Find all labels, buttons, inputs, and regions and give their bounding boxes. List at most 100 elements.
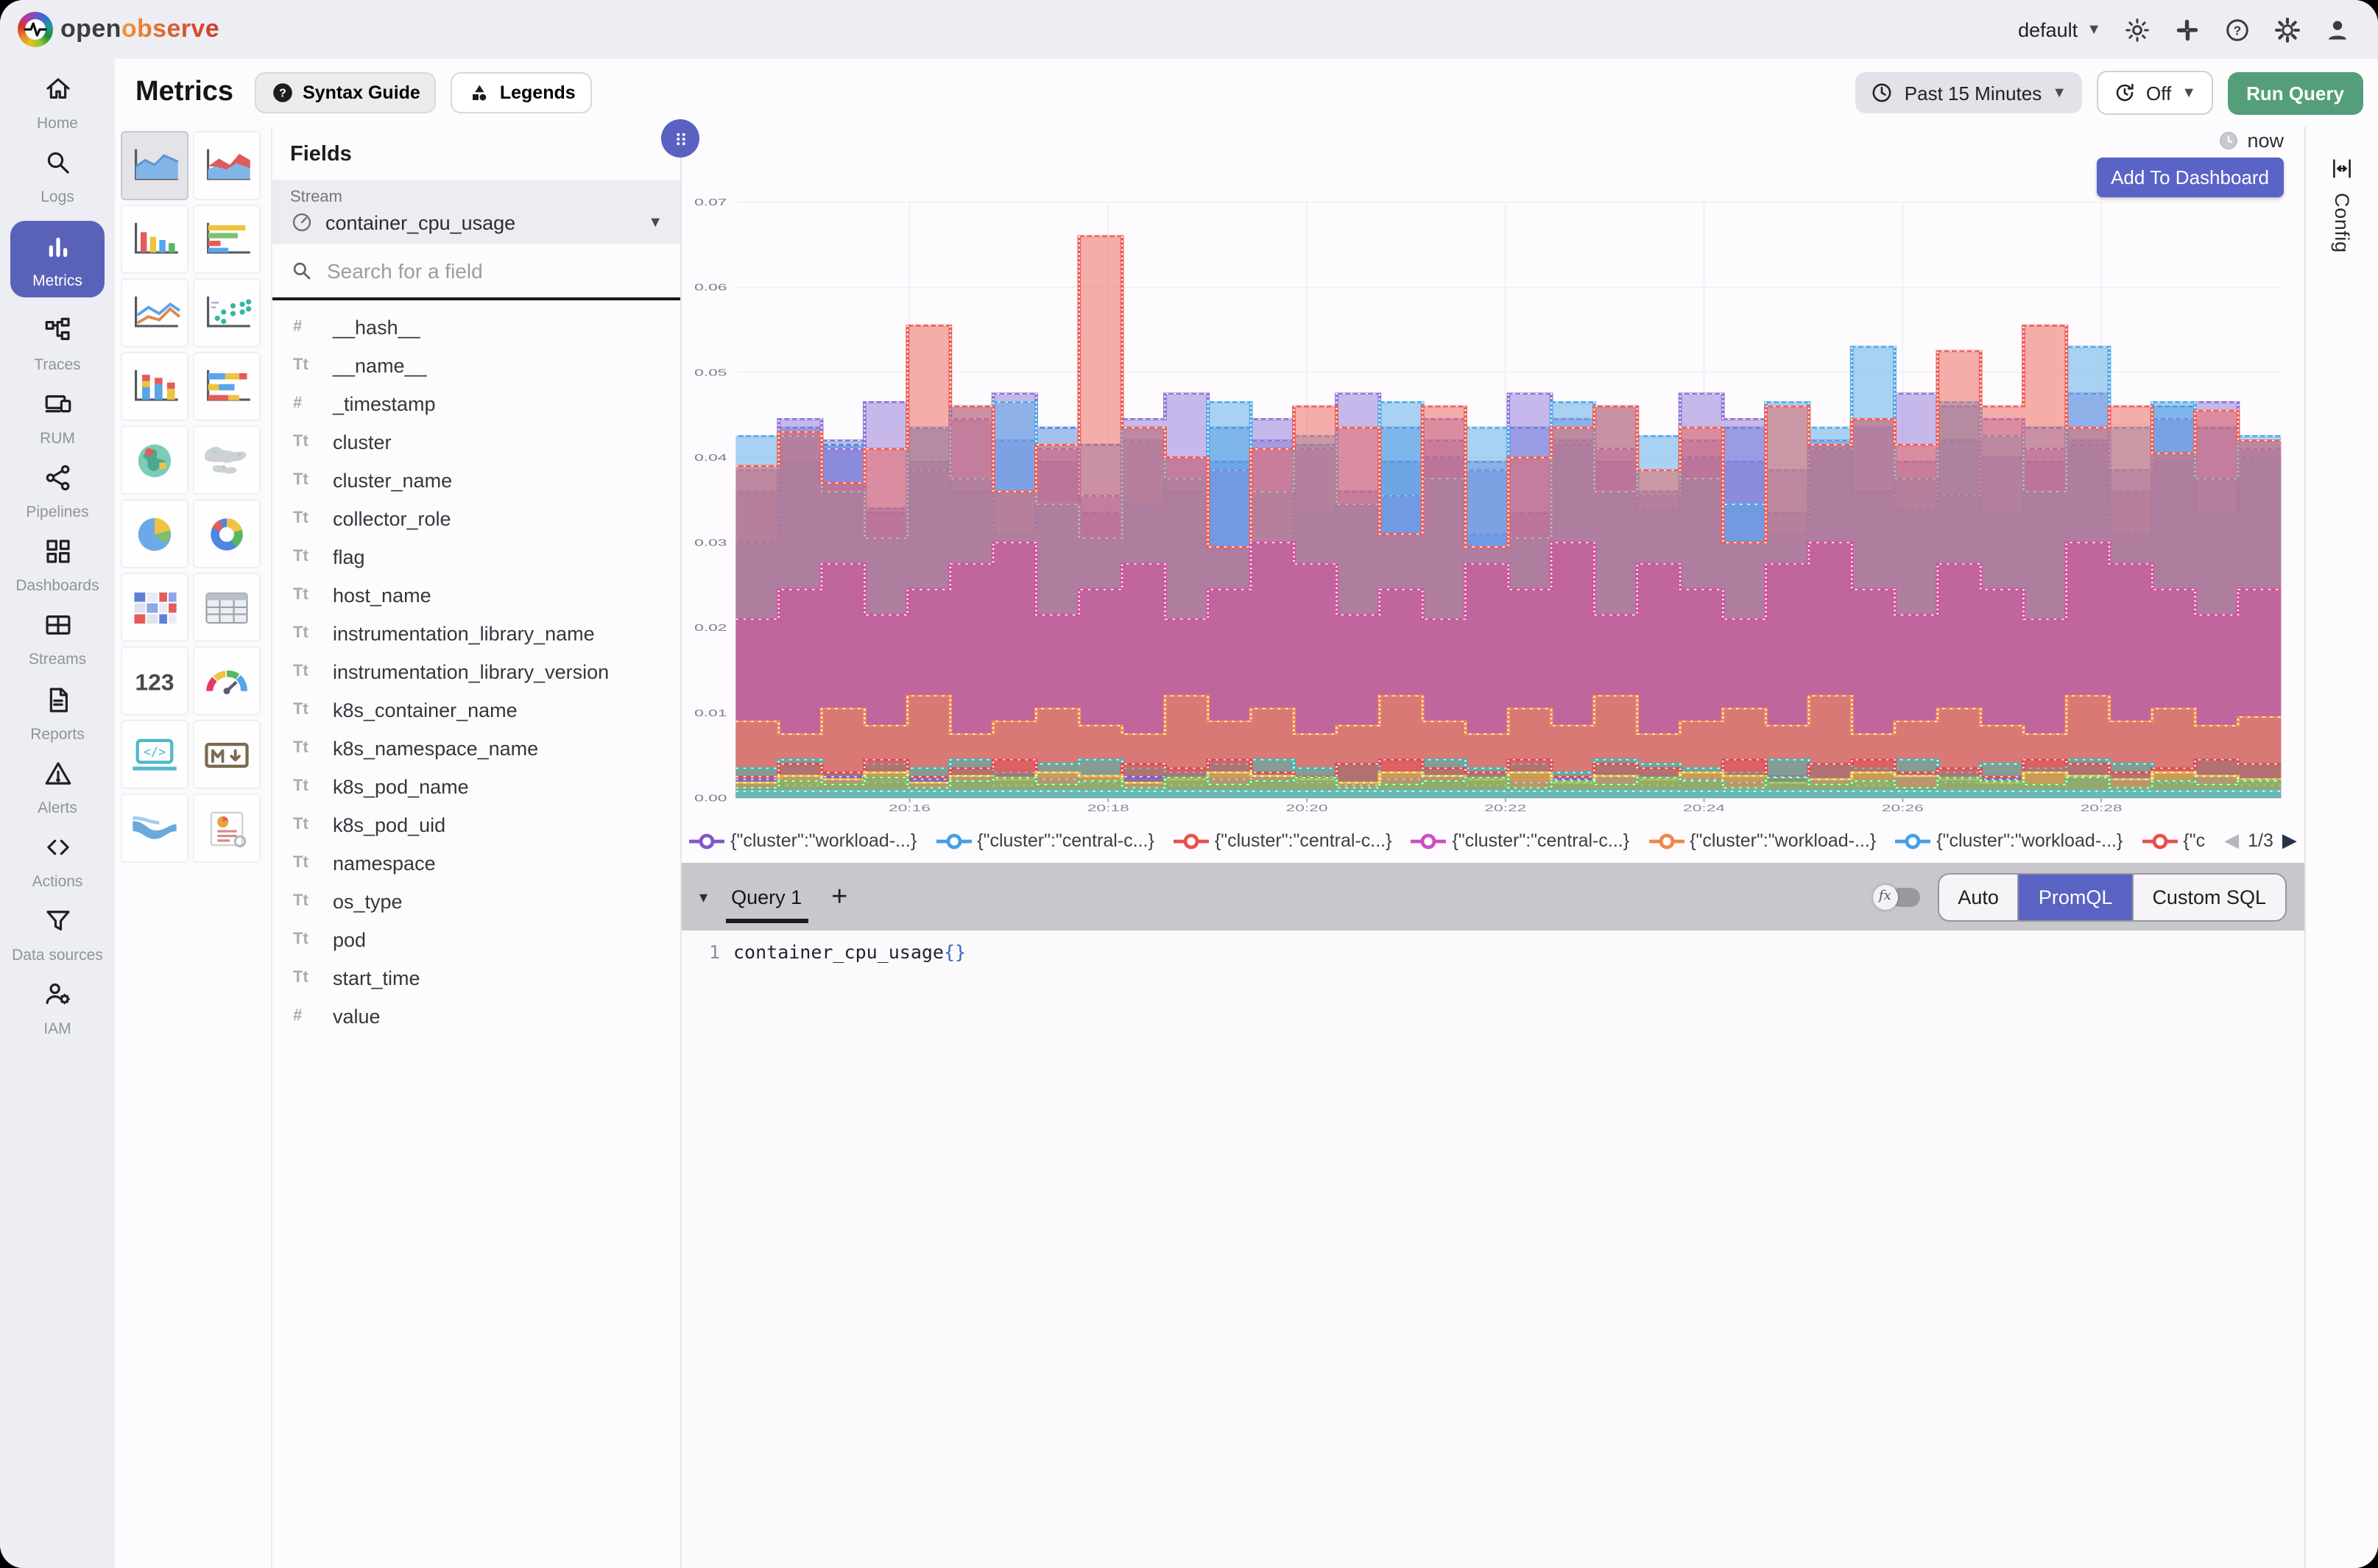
add-query-button[interactable]: +	[831, 883, 847, 911]
chart-type-line-tile[interactable]	[121, 278, 188, 347]
stream-select[interactable]: Stream container_cpu_usage ▼	[272, 180, 680, 244]
field-name: __name__	[333, 354, 427, 376]
legend-item[interactable]: {"cluster":"workload-...}	[1895, 830, 2123, 851]
chart-type-h-bar-tile[interactable]	[193, 205, 261, 274]
sidebar-item-pipelines[interactable]: Pipelines	[0, 463, 115, 522]
legend-item[interactable]: {"cluster":"central-c...}	[1411, 830, 1629, 851]
chart-type-panel: 123</>	[115, 127, 271, 1568]
light-theme-icon[interactable]	[2123, 15, 2151, 43]
query-editor[interactable]: 1 container_cpu_usage{}	[682, 930, 2304, 1568]
query-mode-auto[interactable]: Auto	[1938, 874, 2018, 919]
metrics-header: Metrics ? Syntax Guide Legends Past 15 M…	[115, 59, 2378, 127]
chart-type-donut-tile[interactable]	[193, 499, 261, 568]
chart-type-metric-text-tile[interactable]: 123	[121, 646, 188, 716]
series-marker-icon	[689, 831, 724, 850]
chart-type-h-stacked-tile[interactable]	[193, 352, 261, 421]
field-name: cluster_name	[333, 469, 452, 491]
chart-type-stacked-tile[interactable]	[121, 352, 188, 421]
field-item-namespace[interactable]: Ttnamespace	[272, 844, 680, 882]
chart-type-gauge-tile[interactable]	[193, 646, 261, 716]
field-item-instrumentation_library_version[interactable]: Ttinstrumentation_library_version	[272, 652, 680, 691]
config-tab[interactable]: Config	[2331, 193, 2353, 253]
query-mode-custom-sql[interactable]: Custom SQL	[2131, 874, 2285, 919]
sidebar-item-data-sources[interactable]: Data sources	[0, 905, 115, 964]
field-item-__hash__[interactable]: #__hash__	[272, 308, 680, 346]
sidebar-item-dashboards[interactable]: Dashboards	[0, 537, 115, 596]
sidebar-item-rum[interactable]: RUM	[0, 389, 115, 448]
openobserve-logo[interactable]: openobserve	[18, 12, 219, 47]
legend-prev-icon[interactable]: ◀	[2224, 829, 2239, 852]
legend-item[interactable]: {"cluster":"workload-...}	[689, 830, 917, 851]
chart-type-geomap-tile[interactable]	[121, 425, 188, 495]
legend-next-icon[interactable]: ▶	[2282, 829, 2297, 852]
field-item-k8s_pod_name[interactable]: Ttk8s_pod_name	[272, 767, 680, 805]
legend-item[interactable]: {"c	[2142, 830, 2205, 851]
field-item-start_time[interactable]: Ttstart_time	[272, 958, 680, 997]
chart-type-markdown-tile[interactable]	[193, 720, 261, 789]
sidebar-item-actions[interactable]: Actions	[0, 831, 115, 890]
chart-type-area-stacked-tile[interactable]	[193, 131, 261, 200]
legend-item[interactable]: {"cluster":"central-c...}	[936, 830, 1154, 851]
field-name: os_type	[333, 890, 403, 912]
query-mode-promql[interactable]: PromQL	[2018, 874, 2132, 919]
sidebar-item-streams[interactable]: Streams	[0, 610, 115, 669]
user-icon[interactable]	[2324, 15, 2351, 43]
field-item-collector_role[interactable]: Ttcollector_role	[272, 499, 680, 537]
chart-type-bar-tile[interactable]	[121, 205, 188, 274]
sidebar-item-logs[interactable]: Logs	[0, 147, 115, 206]
legends-button[interactable]: Legends	[451, 72, 592, 113]
sidebar-item-alerts[interactable]: Alerts	[0, 757, 115, 816]
drag-handle-icon[interactable]	[661, 119, 699, 158]
clock-icon	[2218, 130, 2240, 152]
run-query-button[interactable]: Run Query	[2227, 71, 2363, 114]
chevron-down-icon: ▼	[2181, 85, 2196, 101]
field-item-cluster_name[interactable]: Ttcluster_name	[272, 461, 680, 499]
sidebar-item-iam[interactable]: IAM	[0, 979, 115, 1038]
chart-type-custom-chart-tile[interactable]	[193, 794, 261, 863]
field-item-instrumentation_library_name[interactable]: Ttinstrumentation_library_name	[272, 614, 680, 652]
field-item-cluster[interactable]: Ttcluster	[272, 423, 680, 461]
chart-type-html-tile[interactable]: </>	[121, 720, 188, 789]
syntax-guide-button[interactable]: ? Syntax Guide	[254, 72, 437, 113]
chart-type-sankey-tile[interactable]	[121, 794, 188, 863]
query-tab[interactable]: Query 1	[728, 866, 805, 927]
field-item-k8s_container_name[interactable]: Ttk8s_container_name	[272, 691, 680, 729]
sidebar-item-metrics[interactable]: Metrics	[10, 221, 105, 297]
chart-type-scatter-tile[interactable]	[193, 278, 261, 347]
sankey-chart-icon	[128, 808, 181, 849]
field-item-pod[interactable]: Ttpod	[272, 920, 680, 958]
sidebar-item-label: Alerts	[38, 799, 77, 816]
metrics-icon	[42, 231, 73, 269]
text-field-icon: Tt	[293, 969, 320, 986]
slack-icon[interactable]	[2173, 15, 2201, 43]
chart-type-pie-tile[interactable]	[121, 499, 188, 568]
settings-icon[interactable]	[2273, 15, 2301, 43]
sidebar-item-traces[interactable]: Traces	[0, 315, 115, 374]
chart-type-maps-tile[interactable]	[193, 425, 261, 495]
function-toggle[interactable]: fx	[1872, 884, 1919, 909]
field-item-value[interactable]: #value	[272, 997, 680, 1035]
field-item-_timestamp[interactable]: #_timestamp	[272, 384, 680, 423]
organization-select[interactable]: default ▼	[2018, 18, 2101, 40]
timeseries-chart[interactable]: 0.000.010.020.030.040.050.060.0720:1620:…	[682, 191, 2304, 819]
field-item-k8s_pod_uid[interactable]: Ttk8s_pod_uid	[272, 805, 680, 844]
time-range-select[interactable]: Past 15 Minutes ▼	[1856, 72, 2081, 113]
help-icon[interactable]: ?	[2223, 15, 2251, 43]
sidebar-item-home[interactable]: Home	[0, 74, 115, 133]
sidebar-item-reports[interactable]: Reports	[0, 684, 115, 743]
svg-text:?: ?	[2234, 22, 2242, 37]
auto-refresh-select[interactable]: Off ▼	[2096, 71, 2212, 115]
field-item-os_type[interactable]: Ttos_type	[272, 882, 680, 920]
legend-item[interactable]: {"cluster":"workload-...}	[1648, 830, 1876, 851]
chart-type-area-tile[interactable]	[121, 131, 188, 200]
field-search-input[interactable]: Search for a field	[272, 244, 680, 300]
field-item-__name__[interactable]: Tt__name__	[272, 346, 680, 384]
add-to-dashboard-button[interactable]: Add To Dashboard	[2096, 158, 2284, 197]
chart-type-heatmap-tile[interactable]	[121, 573, 188, 642]
field-item-flag[interactable]: Ttflag	[272, 537, 680, 576]
legend-item[interactable]: {"cluster":"central-c...}	[1174, 830, 1392, 851]
field-item-k8s_namespace_name[interactable]: Ttk8s_namespace_name	[272, 729, 680, 767]
field-item-host_name[interactable]: Tthost_name	[272, 576, 680, 614]
chart-type-table-tile[interactable]	[193, 573, 261, 642]
collapse-query-icon[interactable]: ▾	[699, 887, 708, 906]
